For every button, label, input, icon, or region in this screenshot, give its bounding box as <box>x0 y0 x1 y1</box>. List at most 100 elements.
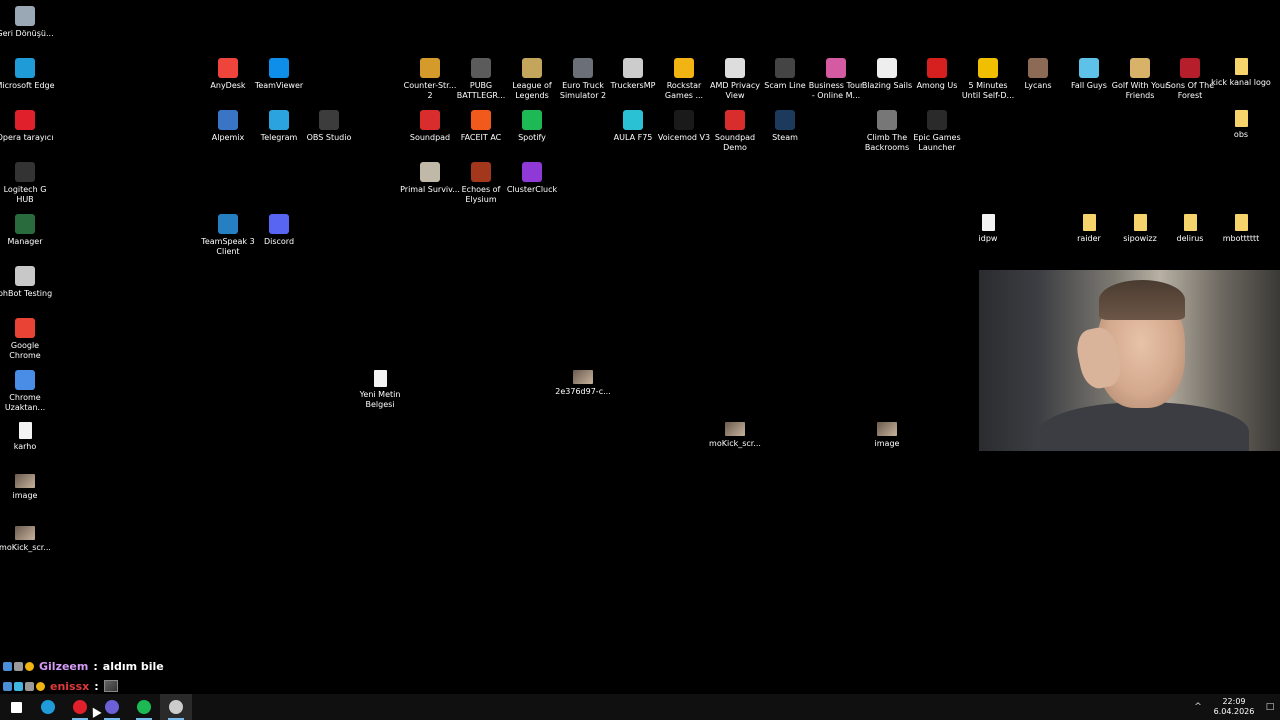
amd-icon <box>725 58 745 78</box>
notifications-icon[interactable]: □ <box>1260 694 1280 720</box>
desktop-shortcut[interactable]: moKick_scr... <box>0 524 55 576</box>
desktop-shortcut[interactable]: Steam <box>755 108 815 160</box>
desktop-shortcut[interactable]: obs <box>1211 108 1271 160</box>
desktop-shortcut[interactable]: kick kanal logo <box>1211 56 1271 108</box>
windows-icon <box>10 701 22 713</box>
truckersmp-icon <box>623 58 643 78</box>
webcam-overlay <box>979 270 1280 451</box>
image-icon <box>573 370 593 384</box>
desktop-shortcut-label: Google Chrome <box>9 341 41 360</box>
soundpad-icon <box>420 110 440 130</box>
desktop-shortcut[interactable]: Logitech G HUB <box>0 160 55 212</box>
stream-chat-overlay: Gilzeem : aldım bile enissx : <box>3 656 164 696</box>
desktop-shortcut-label: karho <box>13 442 37 451</box>
business-tour-icon <box>826 58 846 78</box>
desktop-shortcut-label: Yeni Metin Belgesi <box>359 390 401 409</box>
primal-icon <box>420 162 440 182</box>
alpemix-icon <box>218 110 238 130</box>
badge-icon <box>25 661 34 671</box>
folder-icon <box>1234 110 1248 127</box>
desktop-shortcut[interactable]: Discord <box>249 212 309 264</box>
faceit-icon <box>471 110 491 130</box>
desktop-shortcut[interactable]: 2e376d97-c... <box>553 368 613 420</box>
desktop-shortcut-label: kick kanal logo <box>1211 78 1271 87</box>
opera-icon <box>15 110 35 130</box>
desktop-shortcut-label: OBS Studio <box>306 133 352 142</box>
clock-date: 6.04.2026 <box>1213 707 1255 716</box>
badge-icon <box>14 661 23 671</box>
desktop-shortcut[interactable]: phBot Testing <box>0 264 55 316</box>
desktop-shortcut-label: ClusterCluck <box>506 185 558 194</box>
clock[interactable]: 22:09 6.04.2026 <box>1208 697 1260 717</box>
desktop-shortcut[interactable]: Chrome Uzaktan... <box>0 368 55 420</box>
desktop-shortcut-label: Logitech G HUB <box>3 185 47 204</box>
chrome-icon <box>105 700 119 714</box>
desktop-shortcut[interactable]: moKick_scr... <box>705 420 765 472</box>
desktop-shortcut-label: phBot Testing <box>0 289 53 298</box>
desktop-shortcut-label: Microsoft Edge <box>0 81 55 90</box>
folder-icon <box>1234 58 1248 75</box>
edge-icon <box>15 58 35 78</box>
badge-icon <box>25 681 34 691</box>
desktop-shortcut[interactable]: Manager <box>0 212 55 264</box>
epic-games-icon <box>927 110 947 130</box>
desktop-shortcut[interactable]: Yeni Metin Belgesi <box>350 368 410 420</box>
desktop-shortcut[interactable]: Google Chrome <box>0 316 55 368</box>
desktop-shortcut[interactable]: idpw <box>958 212 1018 264</box>
desktop-shortcut[interactable]: image <box>857 420 917 472</box>
chrome-icon <box>15 318 35 338</box>
chevron-up-icon[interactable]: ^ <box>1188 694 1208 720</box>
taskbar-obs[interactable] <box>160 694 192 720</box>
desktop-shortcut-label: moKick_scr... <box>709 439 761 448</box>
desktop-shortcut[interactable]: OBS Studio <box>299 108 359 160</box>
desktop-shortcut-label: Discord <box>263 237 295 246</box>
desktop-shortcut[interactable]: TeamViewer <box>249 56 309 108</box>
manager-icon <box>15 214 35 234</box>
desktop-shortcut[interactable]: ClusterCluck <box>502 160 562 212</box>
desktop-shortcut-label: moKick_scr... <box>0 543 51 552</box>
file-icon <box>373 370 387 387</box>
phbot-icon <box>15 266 35 286</box>
image-icon <box>15 474 35 488</box>
lycans-icon <box>1028 58 1048 78</box>
chat-username: Gilzeem <box>39 659 89 673</box>
desktop-shortcut-label: TeamViewer <box>254 81 304 90</box>
lol-icon <box>522 58 542 78</box>
badge-icon <box>3 661 12 671</box>
desktop-shortcut[interactable]: Microsoft Edge <box>0 56 55 108</box>
blazing-sails-icon <box>877 58 897 78</box>
desktop-shortcut[interactable]: Epic Games Launcher <box>907 108 967 160</box>
pubg-icon <box>471 58 491 78</box>
start-button[interactable] <box>0 694 32 720</box>
aula-icon <box>623 110 643 130</box>
system-tray: ^ 22:09 6.04.2026 □ <box>1188 694 1280 720</box>
desktop-shortcut[interactable]: Opera tarayıcı <box>0 108 55 160</box>
taskbar-chrome-profile[interactable] <box>96 694 128 720</box>
backrooms-icon <box>877 110 897 130</box>
sons-forest-icon <box>1180 58 1200 78</box>
desktop-shortcut-label: obs <box>1233 130 1249 139</box>
taskbar: ^ 22:09 6.04.2026 □ <box>0 694 1280 720</box>
chat-separator: : <box>93 659 98 673</box>
obs-icon <box>169 700 183 714</box>
badge-icon <box>3 681 12 691</box>
desktop-shortcut[interactable]: mbotttttt <box>1211 212 1271 264</box>
desktop-shortcut-label: image <box>12 491 38 500</box>
telegram-icon <box>269 110 289 130</box>
desktop-shortcut[interactable]: Spotify <box>502 108 562 160</box>
recycle-bin-icon <box>15 6 35 26</box>
scamline-icon <box>775 58 795 78</box>
desktop-shortcut[interactable]: Geri Dönüşü... <box>0 4 55 56</box>
chat-username: enissx <box>50 679 90 693</box>
discord-icon <box>269 214 289 234</box>
soundpad-icon <box>725 110 745 130</box>
taskbar-spotify[interactable] <box>128 694 160 720</box>
voicemod-icon <box>674 110 694 130</box>
opera-icon <box>73 700 87 714</box>
desktop-shortcut-label: 2e376d97-c... <box>555 387 611 396</box>
desktop-shortcut[interactable]: karho <box>0 420 55 472</box>
obs-icon <box>319 110 339 130</box>
desktop-shortcut[interactable]: image <box>0 472 55 524</box>
cs2-icon <box>420 58 440 78</box>
taskbar-edge[interactable] <box>32 694 64 720</box>
